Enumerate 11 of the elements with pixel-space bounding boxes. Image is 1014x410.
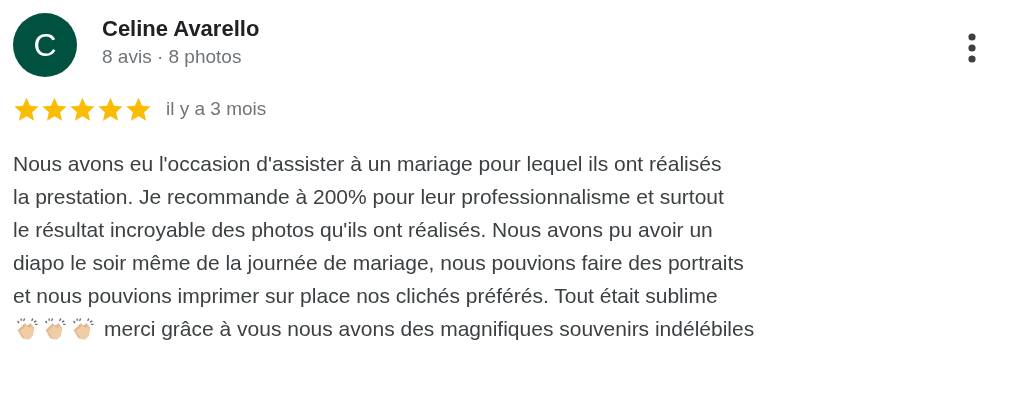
review-text: diapo le soir même de la journée de mariage, nous pouvions faire des portraits [13,250,745,276]
review-text: merci grâce à vous nous avons des magnifiques souvenirs indélébiles [104,316,755,342]
review-text: la prestation. Je recommande à 200% pour leur professionnalisme et surtout [13,184,725,210]
review-date: il y a 3 mois [166,98,267,120]
author-stats: 8 avis · 8 photos [102,45,243,69]
review-text: le résultat incroyable des photos qu'ils ont réalisés. Nous avons pu avoir un [13,217,714,243]
more-vertical-icon[interactable] [968,33,976,63]
review-text: et nous pouvions imprimer sur place nos clichés préférés. Tout était sublime [13,283,719,309]
author-name[interactable]: Celine Avarello [102,15,960,43]
avatar: C [13,13,77,77]
review-text: Nous avons eu l'occasion d'assister à un mariage pour lequel ils ont réalisés [13,151,723,177]
